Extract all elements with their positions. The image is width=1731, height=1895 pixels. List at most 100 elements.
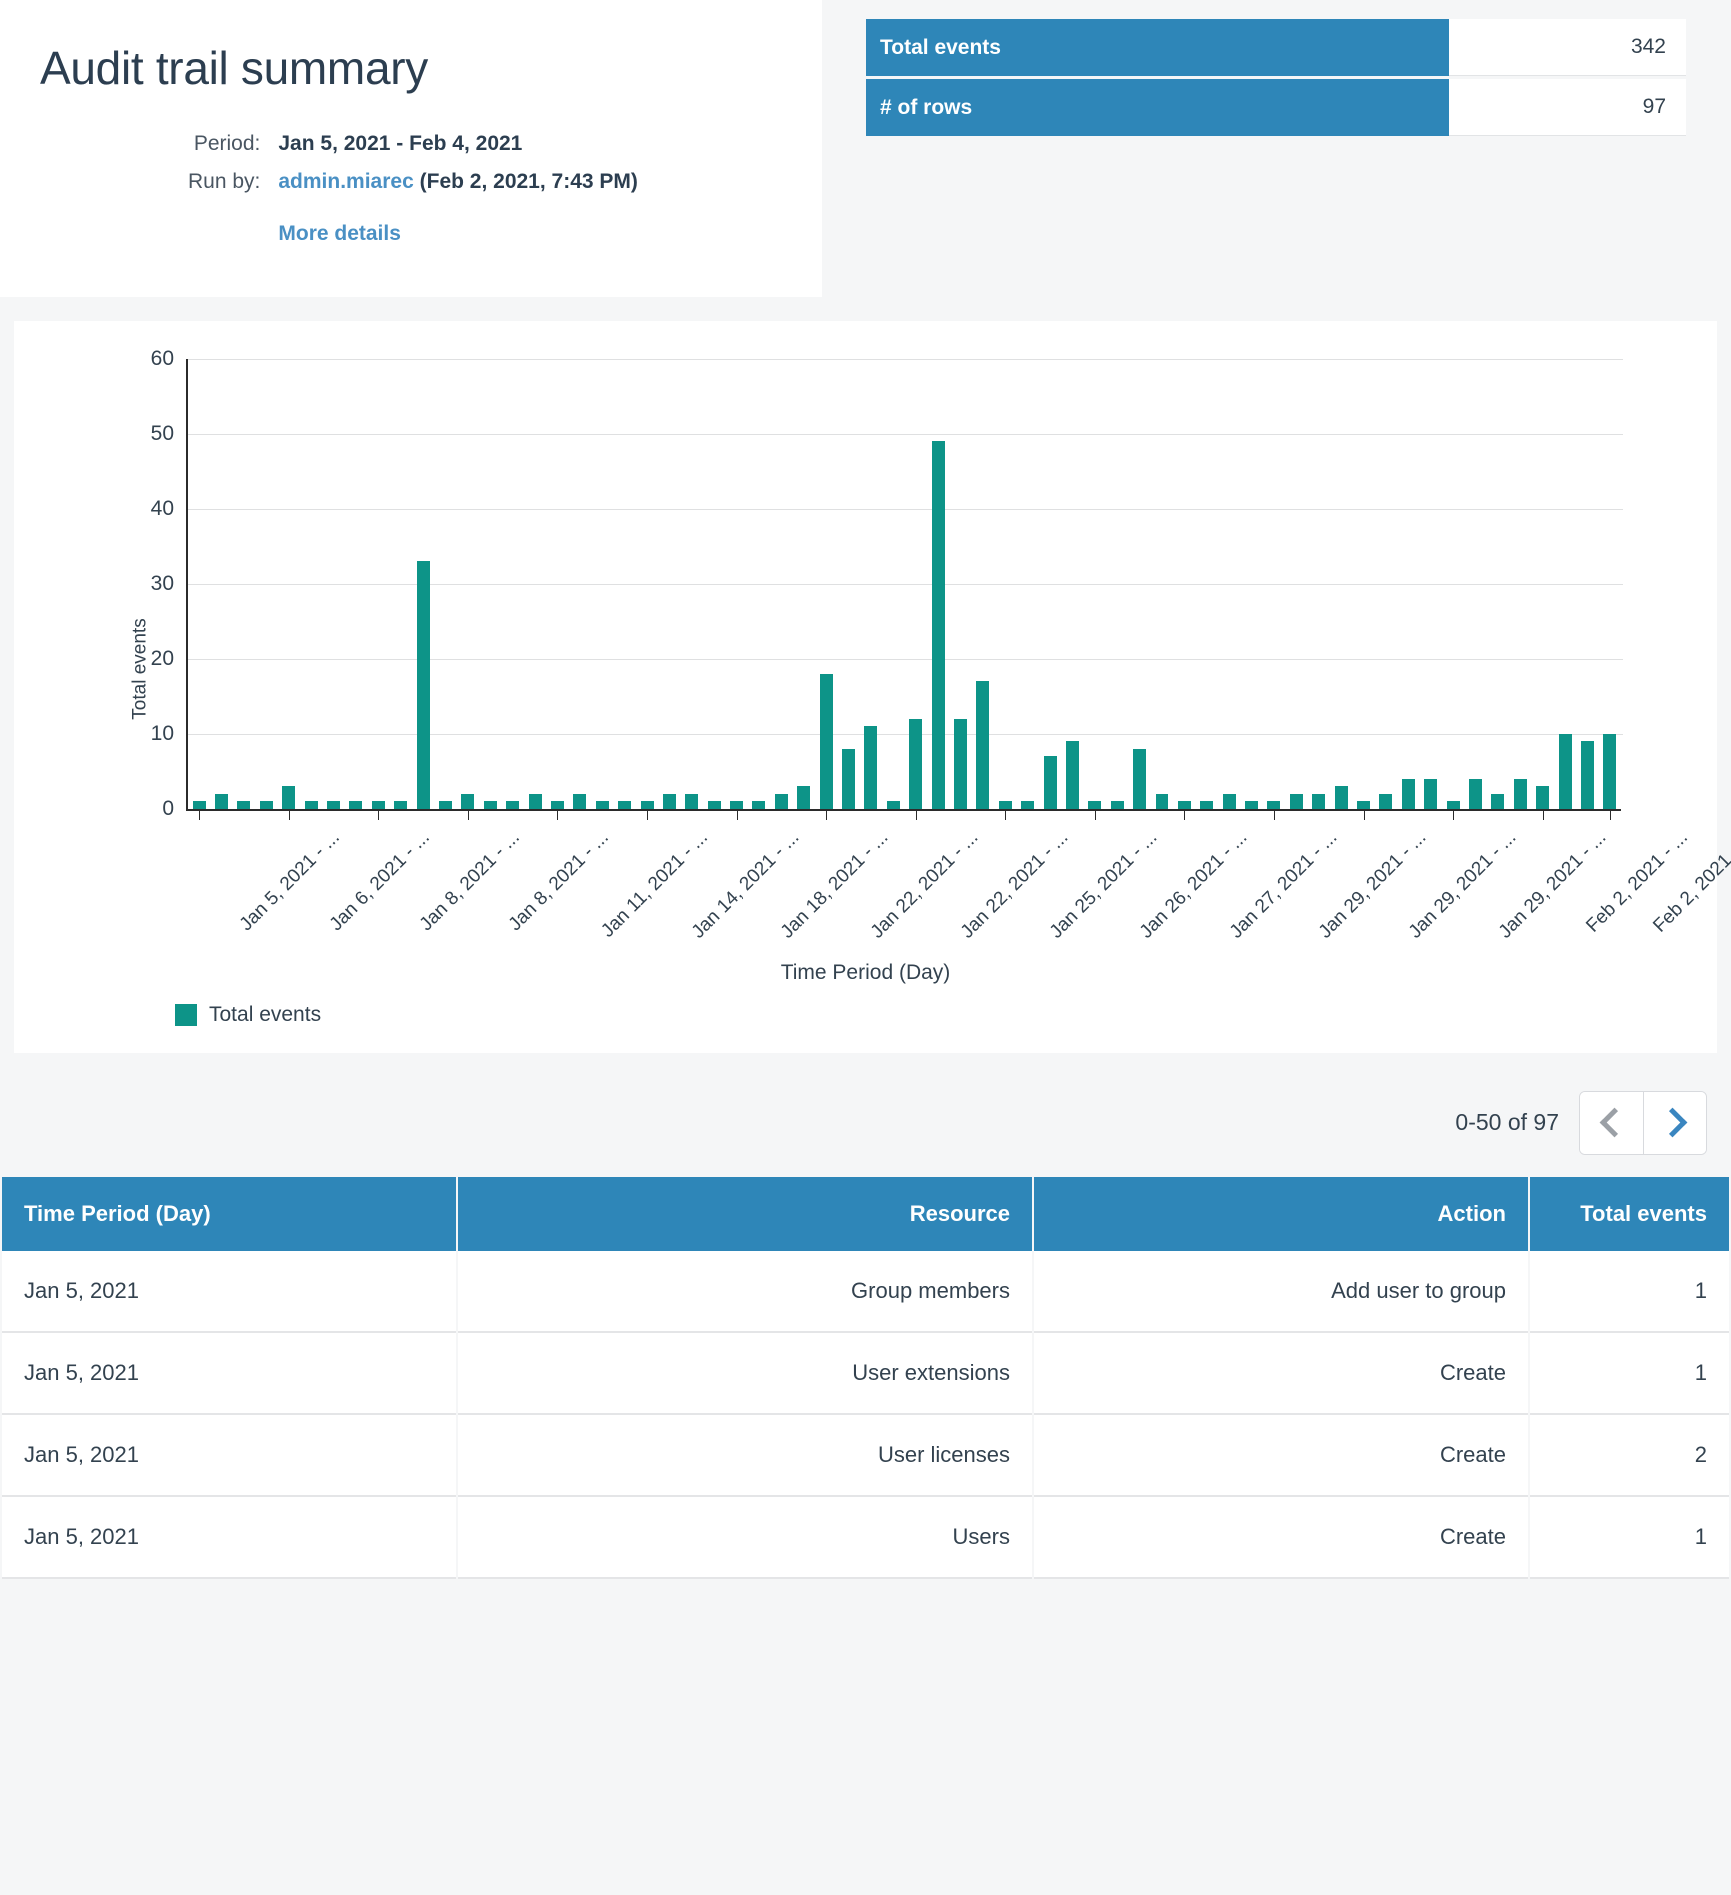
chart-bar[interactable]: [1603, 733, 1617, 809]
runby-time-text: (Feb 2, 2021, 7:43 PM): [419, 169, 638, 193]
chart-bar[interactable]: [1088, 801, 1102, 809]
chart-bar[interactable]: [327, 801, 341, 809]
chart-bar[interactable]: [1357, 801, 1370, 809]
chart-bar[interactable]: [640, 801, 654, 809]
cell-resource: Users: [458, 1496, 1032, 1579]
chart-bar[interactable]: [461, 793, 475, 809]
bar-slot: [972, 359, 994, 809]
chart-bar[interactable]: [394, 801, 408, 809]
chart-bar[interactable]: [685, 793, 699, 809]
chart-bar[interactable]: [371, 801, 385, 809]
runby-value: admin.miarec (Feb 2, 2021, 7:43 PM): [278, 163, 638, 201]
column-header-resource[interactable]: Resource: [458, 1176, 1032, 1251]
previous-page-button[interactable]: [1580, 1091, 1643, 1154]
chart-bar[interactable]: [550, 801, 564, 809]
chart-bar[interactable]: [595, 801, 609, 809]
table-row[interactable]: Jan 5, 2021 Users Create 1: [2, 1496, 1729, 1579]
runby-user-link[interactable]: admin.miarec: [278, 170, 413, 193]
chart-bar[interactable]: [953, 718, 967, 809]
chart-bar[interactable]: [931, 441, 945, 809]
column-header-action[interactable]: Action: [1034, 1176, 1528, 1251]
chart-bar[interactable]: [349, 801, 363, 809]
chart-bar[interactable]: [1043, 756, 1057, 809]
column-header-time-period[interactable]: Time Period (Day): [2, 1176, 456, 1251]
chart-bar[interactable]: [1446, 801, 1460, 809]
chart-bar[interactable]: [662, 793, 676, 809]
y-axis-tick-label: 30: [150, 571, 174, 595]
chart-bar[interactable]: [1021, 801, 1035, 809]
chart-bar[interactable]: [573, 793, 587, 809]
chart-bar[interactable]: [1424, 778, 1438, 809]
chart-bar[interactable]: [1491, 793, 1505, 809]
chart-bar[interactable]: [1379, 793, 1393, 809]
chart-bar[interactable]: [1401, 778, 1415, 809]
chart-bar[interactable]: [192, 801, 206, 809]
pagination-count: 0-50 of 97: [1455, 1109, 1559, 1136]
chart-bar[interactable]: [819, 673, 833, 809]
chart-bar[interactable]: [237, 801, 251, 809]
chart-bar[interactable]: [1312, 793, 1326, 809]
chart-bar[interactable]: [1513, 778, 1527, 809]
stats-value: 97: [1449, 79, 1686, 136]
bar-slot: [434, 359, 456, 809]
x-axis-tick-mark: [467, 808, 469, 820]
next-page-button[interactable]: [1643, 1091, 1706, 1154]
y-axis-tick-label: 10: [150, 721, 174, 745]
chart-bar[interactable]: [1245, 801, 1259, 809]
column-header-total-events[interactable]: Total events: [1530, 1176, 1729, 1251]
chart-bar[interactable]: [1222, 793, 1236, 809]
chart-bar[interactable]: [1065, 741, 1079, 809]
chart-bar[interactable]: [1468, 778, 1482, 809]
chart-bars: [188, 359, 1621, 809]
page-title: Audit trail summary: [40, 42, 428, 94]
bar-slot: [1039, 359, 1061, 809]
bar-slot: [681, 359, 703, 809]
y-axis-tick-label: 0: [162, 796, 174, 820]
chart-bar[interactable]: [439, 801, 452, 809]
chart-bar[interactable]: [282, 786, 296, 809]
chart-bar[interactable]: [752, 801, 766, 809]
chart-bar[interactable]: [215, 793, 229, 809]
stats-panel: Total events 342 # of rows 97: [866, 0, 1731, 139]
stats-table: Total events 342 # of rows 97: [866, 16, 1686, 139]
chart-bar[interactable]: [618, 801, 632, 809]
cell-action: Create: [1034, 1496, 1528, 1579]
chart-bar[interactable]: [1580, 741, 1594, 809]
y-axis-tick-label: 20: [150, 646, 174, 670]
chart-bar[interactable]: [506, 801, 520, 809]
chart-bar[interactable]: [483, 801, 497, 809]
chart-bar[interactable]: [864, 726, 878, 809]
more-details-link[interactable]: More details: [278, 222, 401, 246]
x-axis-tick-mark: [557, 808, 559, 820]
chart-bar[interactable]: [259, 801, 273, 809]
chart-bar[interactable]: [797, 786, 811, 809]
chart-bar[interactable]: [1267, 801, 1281, 809]
table-row[interactable]: Jan 5, 2021 Group members Add user to grou…: [2, 1250, 1729, 1333]
chart-bar[interactable]: [528, 793, 542, 809]
chart-bar[interactable]: [1110, 801, 1124, 809]
bar-slot: [949, 359, 971, 809]
chart-bar[interactable]: [1289, 793, 1303, 809]
chart-bar[interactable]: [976, 681, 990, 809]
chart-bar[interactable]: [774, 793, 788, 809]
chart-bar[interactable]: [842, 748, 856, 809]
table-row[interactable]: Jan 5, 2021 User extensions Create 1: [2, 1332, 1729, 1415]
chart-bar[interactable]: [1334, 786, 1348, 809]
chart-bar[interactable]: [1177, 801, 1191, 809]
chart-bar[interactable]: [1536, 786, 1550, 809]
chart-bar[interactable]: [1200, 801, 1214, 809]
chart-bar[interactable]: [304, 801, 318, 809]
chart-bar[interactable]: [998, 801, 1012, 809]
chart-bar[interactable]: [1155, 793, 1169, 809]
chart-bar[interactable]: [416, 561, 430, 809]
meta-row-more: More details: [188, 201, 638, 253]
chart-bar[interactable]: [909, 718, 923, 809]
chart-bar[interactable]: [707, 801, 721, 809]
chart-bar[interactable]: [886, 801, 900, 809]
bar-slot: [882, 359, 904, 809]
chart-bar[interactable]: [1133, 748, 1147, 809]
chart-bar[interactable]: [1558, 733, 1572, 809]
table-row[interactable]: Jan 5, 2021 User licenses Create 2: [2, 1414, 1729, 1497]
bar-slot: [658, 359, 680, 809]
chart-bar[interactable]: [730, 801, 744, 809]
